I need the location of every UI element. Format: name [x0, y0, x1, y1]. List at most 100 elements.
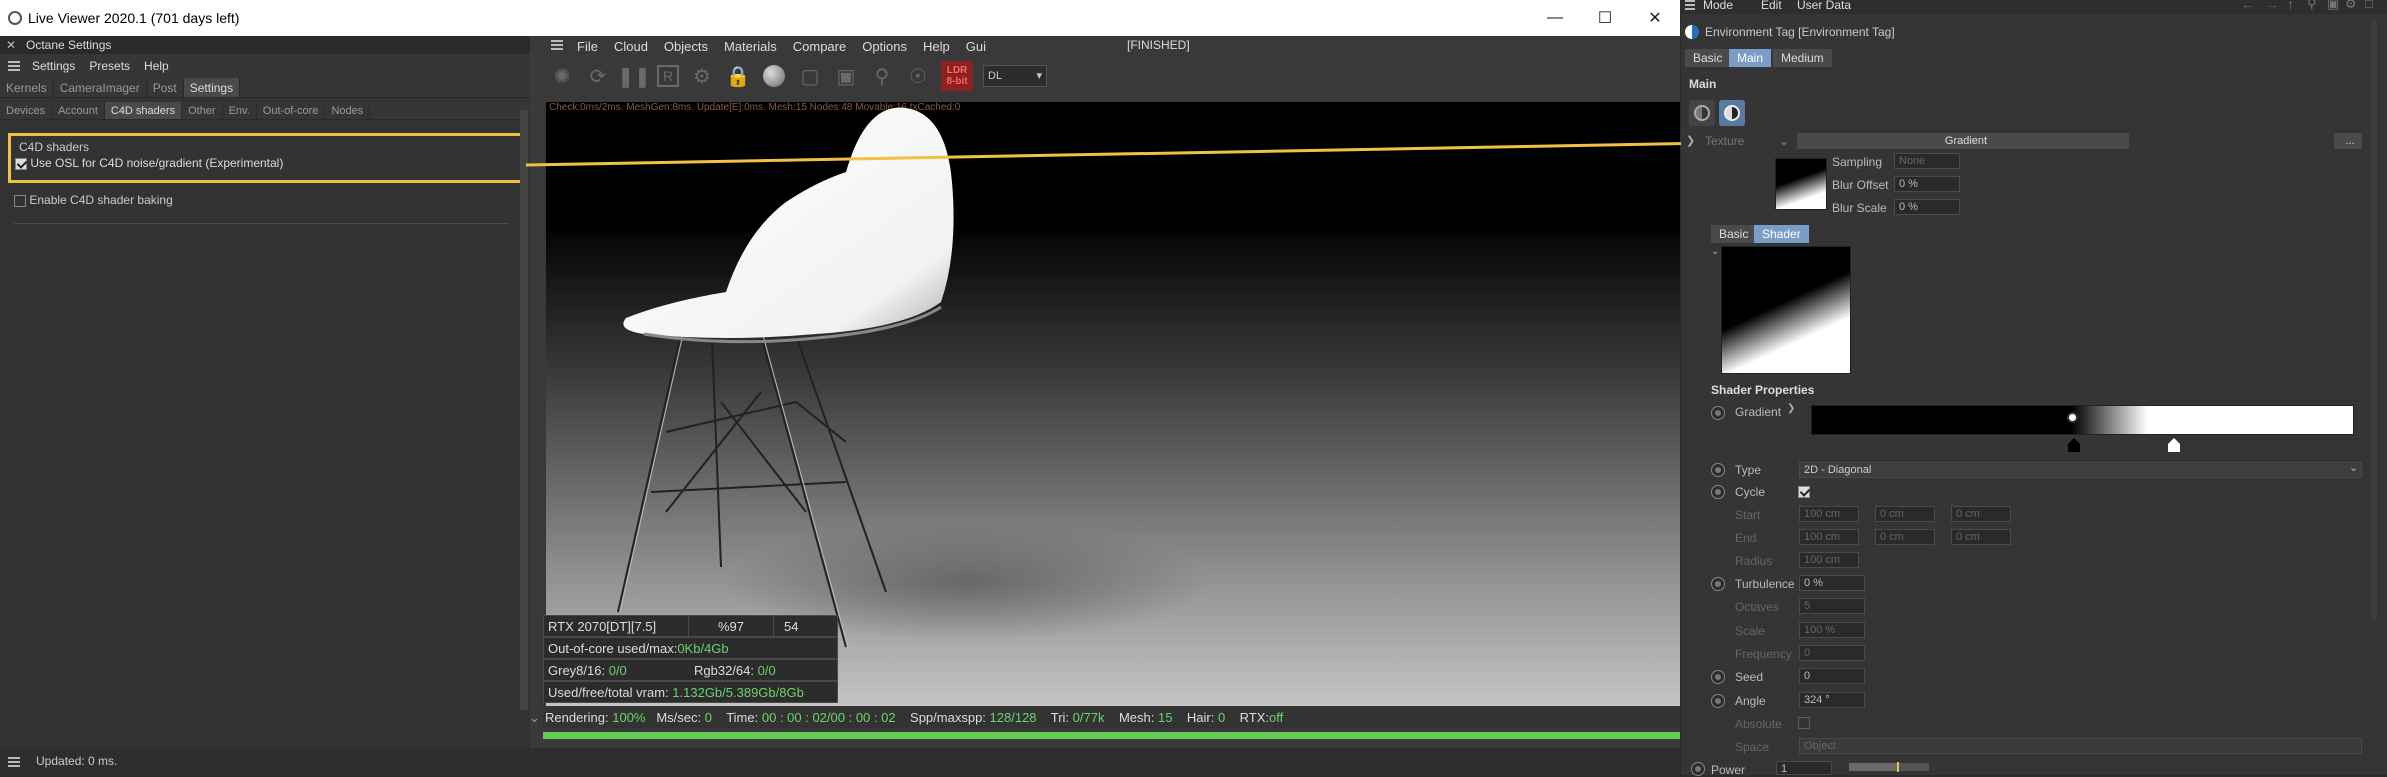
menu-help[interactable]: Help [923, 39, 950, 54]
menu-cloud[interactable]: Cloud [614, 39, 648, 54]
restart-icon[interactable]: ⟳ [585, 63, 611, 89]
pick-material-icon[interactable]: ☉ [905, 63, 931, 89]
gradient-knot-black[interactable] [2068, 444, 2080, 452]
turbulence-anim-radio[interactable] [1711, 577, 1725, 591]
menu-options[interactable]: Options [862, 39, 907, 54]
texture-slot[interactable]: Gradient [1799, 133, 2129, 149]
menu-gui[interactable]: Gui [966, 39, 986, 54]
tab-cameraimager[interactable]: CameraImager [54, 78, 147, 97]
tab-account[interactable]: Account [52, 102, 105, 119]
start-z-field[interactable]: 0 cm [1951, 506, 2011, 522]
gradient-bar[interactable] [1811, 405, 2354, 435]
material-ball-icon[interactable] [761, 63, 787, 89]
turbulence-field[interactable]: 0 % [1799, 575, 1865, 591]
tab-nodes[interactable]: Nodes [325, 102, 371, 119]
radius-field[interactable]: 100 cm [1799, 552, 1859, 568]
menu-help[interactable]: Help [144, 54, 169, 78]
power-slider[interactable] [1849, 763, 1929, 771]
power-slider-handle[interactable] [1897, 762, 1899, 772]
environment-mode-button[interactable] [1719, 100, 1745, 126]
angle-field[interactable]: 324 ° [1799, 692, 1865, 708]
seed-anim-radio[interactable] [1711, 670, 1725, 684]
close-panel-icon[interactable]: ✕ [6, 36, 16, 54]
menu-materials[interactable]: Materials [724, 39, 777, 54]
lock-icon[interactable]: ▣ [2327, 0, 2339, 12]
cycle-anim-radio[interactable] [1711, 485, 1725, 499]
forward-arrow-icon[interactable]: → [2265, 0, 2279, 12]
tab-devices[interactable]: Devices [0, 102, 53, 119]
tab-medium[interactable]: Medium [1773, 49, 1832, 67]
tab-out-of-core[interactable]: Out-of-core [257, 102, 326, 119]
collapse-preview-icon[interactable]: ⌄ [1711, 246, 1719, 257]
menu-edit[interactable]: Edit [1761, 0, 1782, 12]
end-y-field[interactable]: 0 cm [1875, 529, 1935, 545]
gradient-interpolation-knot[interactable] [2067, 412, 2078, 423]
shader-tab-shader[interactable]: Shader [1754, 225, 1809, 243]
octaves-field[interactable]: 5 [1799, 598, 1865, 614]
sampling-select[interactable]: None [1894, 153, 1960, 169]
close-button[interactable]: ✕ [1630, 0, 1680, 36]
tab-main[interactable]: Main [1729, 49, 1772, 67]
clay-render-icon[interactable]: ▢ [797, 63, 823, 89]
gradient-expand-icon[interactable]: ❯ [1787, 403, 1795, 414]
hamburger-icon[interactable] [8, 61, 20, 71]
light-mode-button[interactable] [1689, 100, 1715, 126]
search-icon[interactable]: ⚲ [2307, 0, 2317, 12]
gradient-knot-white[interactable] [2168, 444, 2180, 452]
scale-field[interactable]: 100 % [1799, 622, 1865, 638]
power-anim-radio[interactable] [1691, 762, 1705, 776]
settings-scrollbar[interactable] [520, 110, 528, 710]
seed-field[interactable]: 0 [1799, 668, 1865, 684]
send-scene-icon[interactable]: ✺ [549, 63, 575, 89]
status-hamburger-icon[interactable] [8, 757, 20, 767]
pause-icon[interactable]: ❚❚ [617, 63, 651, 89]
settings-gear-icon[interactable]: ⚙ [689, 63, 715, 89]
texture-chevron-icon[interactable]: ⌄ [1779, 134, 1789, 148]
viewer-hamburger-icon[interactable] [551, 40, 563, 50]
tab-env[interactable]: Env. [223, 102, 257, 119]
blur-scale-field[interactable]: 0 % [1894, 199, 1960, 215]
attr-scrollbar[interactable] [2371, 20, 2377, 620]
ldr-badge[interactable]: LDR 8-bit [941, 61, 973, 91]
tab-post[interactable]: Post [147, 78, 184, 97]
minimize-button[interactable]: — [1530, 0, 1580, 36]
angle-anim-radio[interactable] [1711, 694, 1725, 708]
menu-objects[interactable]: Objects [664, 39, 708, 54]
menu-mode[interactable]: Mode [1703, 0, 1733, 12]
type-anim-radio[interactable] [1711, 463, 1725, 477]
end-z-field[interactable]: 0 cm [1951, 529, 2011, 545]
menu-compare[interactable]: Compare [793, 39, 846, 54]
tab-c4d-shaders[interactable]: C4D shaders [104, 102, 183, 119]
frequency-field[interactable]: 0 [1799, 645, 1865, 661]
tab-settings[interactable]: Settings [183, 78, 241, 97]
menu-user-data[interactable]: User Data [1797, 0, 1851, 12]
collapse-chevron-icon[interactable]: ⌄ [529, 707, 540, 729]
absolute-checkbox[interactable] [1798, 717, 1810, 729]
type-select[interactable]: 2D - Diagonal [1799, 462, 2362, 478]
osl-checkbox[interactable] [15, 157, 27, 170]
blur-offset-field[interactable]: 0 % [1894, 176, 1960, 192]
start-y-field[interactable]: 0 cm [1875, 506, 1935, 522]
menu-file[interactable]: File [577, 39, 598, 54]
pick-focus-icon[interactable]: ⚲ [869, 63, 895, 89]
menu-settings[interactable]: Settings [32, 54, 75, 78]
baking-option-row[interactable]: Enable C4D shader baking [14, 193, 173, 207]
compare-icon[interactable]: ▣ [833, 63, 859, 89]
up-arrow-icon[interactable]: ↑ [2287, 0, 2294, 12]
menu-presets[interactable]: Presets [89, 54, 130, 78]
back-arrow-icon[interactable]: ← [2241, 0, 2255, 12]
power-field[interactable]: 1 [1776, 761, 1832, 775]
region-render-icon[interactable]: R [657, 65, 679, 87]
tab-basic[interactable]: Basic [1685, 49, 1731, 67]
cycle-checkbox[interactable] [1798, 486, 1810, 498]
texture-more-button[interactable]: ... [2334, 133, 2362, 149]
expand-texture-icon[interactable]: ❯ [1686, 134, 1695, 147]
lock-icon[interactable]: 🔒 [725, 63, 751, 89]
new-manager-icon[interactable]: ⚙ [2345, 0, 2357, 12]
gradient-anim-radio[interactable] [1711, 406, 1725, 420]
shader-tab-basic[interactable]: Basic [1711, 225, 1757, 243]
tab-other[interactable]: Other [182, 102, 223, 119]
osl-option-row[interactable]: Use OSL for C4D noise/gradient (Experime… [15, 156, 283, 170]
expand-icon[interactable]: □ [2365, 0, 2373, 11]
maximize-button[interactable]: ☐ [1580, 0, 1630, 36]
